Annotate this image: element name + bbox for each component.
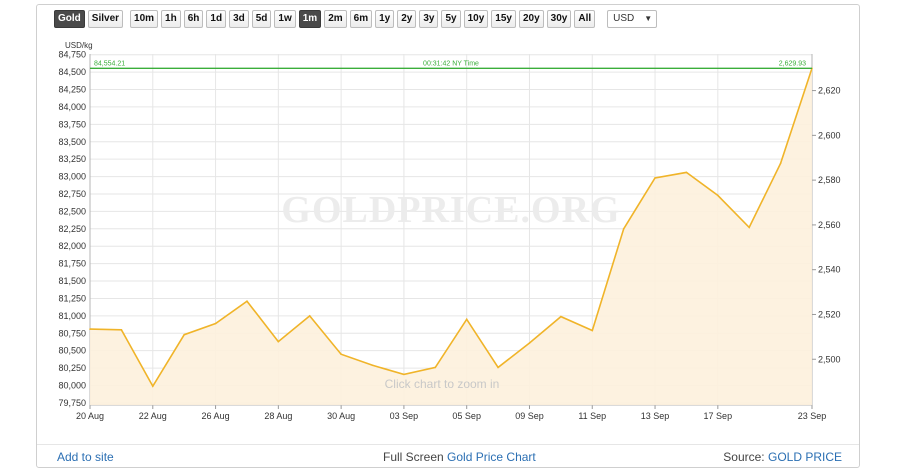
data-point [89,328,91,330]
y-left-tick-label: 83,500 [58,137,86,147]
y-right-tick-label: 2,500 [818,354,841,364]
y-left-tick-label: 80,750 [58,328,86,338]
zoom-hint-text: Click chart to zoom in [385,377,500,391]
data-point [748,226,751,229]
y-left-tick-label: 82,250 [58,224,86,234]
data-point [277,340,280,343]
watermark-text: GOLDPRICE.ORG [281,189,620,231]
data-point [340,353,342,355]
x-tick-label: 26 Aug [202,411,230,421]
y-left-tick-label: 84,500 [58,67,86,77]
data-point [685,171,688,174]
y-right-tick-label: 2,540 [818,265,841,275]
x-tick-label: 28 Aug [264,411,292,421]
y-left-tick-label: 82,000 [58,241,86,251]
y-left-tick-label: 84,750 [58,50,86,60]
data-point [246,300,248,303]
y-left-tick-label: 81,750 [58,259,86,269]
x-tick-label: 23 Sep [798,411,827,421]
y-left-tick-label: 82,750 [58,189,86,199]
full-screen-text: Full Screen Gold Price Chart [383,450,536,464]
y-right-tick-label: 2,520 [818,309,841,319]
source-link[interactable]: GOLD PRICE [768,450,842,464]
y-left-tick-label: 80,250 [58,363,86,373]
data-point [465,318,468,321]
data-point [308,315,311,317]
x-tick-label: 03 Sep [390,411,419,421]
y-left-tick-label: 80,000 [58,381,86,391]
y-left-tick-label: 81,250 [58,293,86,303]
y-right-tick-label: 2,560 [818,220,841,230]
y-left-tick-label: 82,500 [58,206,86,216]
current-price-oz-label: 2,629.93 [779,60,806,67]
y-left-unit-label: USD/kg [65,41,93,50]
y-left-tick-label: 83,750 [58,119,86,129]
data-point [371,364,374,367]
data-point [214,322,217,325]
y-left-tick-label: 84,250 [58,85,86,95]
source-prefix: Source: [723,450,765,464]
y-left-tick-label: 80,500 [58,346,86,356]
data-point [497,366,499,369]
data-point [528,342,531,344]
data-point [183,333,185,336]
y-right-tick-label: 2,580 [818,175,841,185]
data-point [591,329,594,332]
full-screen-prefix: Full Screen [383,450,444,464]
source-text: Source: GOLD PRICE [723,450,842,464]
y-left-tick-label: 83,250 [58,154,86,164]
y-left-tick-label: 81,000 [58,311,86,321]
add-to-site-link[interactable]: Add to site [57,450,114,464]
y-left-tick-label: 79,750 [58,398,86,408]
x-tick-label: 13 Sep [641,411,670,421]
y-left-tick-label: 83,000 [58,172,86,182]
data-point [434,366,437,369]
gold-price-chart-link[interactable]: Gold Price Chart [447,450,536,464]
data-point [403,373,405,376]
add-to-site-link-wrap: Add to site [57,450,114,464]
x-tick-label: 20 Aug [76,411,104,421]
data-point [120,328,123,331]
y-left-tick-label: 81,500 [58,276,86,286]
x-tick-label: 30 Aug [327,411,355,421]
current-time-label: 00:31:42 NY Time [423,60,479,67]
y-right-tick-label: 2,600 [818,130,841,140]
x-tick-label: 17 Sep [704,411,733,421]
current-price-kg-label: 84,554.21 [94,60,125,67]
y-right-tick-label: 2,620 [818,86,841,96]
price-chart[interactable]: 79,750 80,000 80,250 80,500 80,750 81,000 81,2… [0,0,900,471]
data-point [654,177,656,179]
data-point [717,194,719,197]
data-point [151,385,154,387]
y-left-tick-label: 84,000 [58,102,86,112]
footer-divider [37,444,859,445]
x-tick-label: 09 Sep [515,411,544,421]
x-tick-label: 05 Sep [452,411,481,421]
data-point [779,162,782,165]
x-tick-label: 22 Aug [139,411,167,421]
data-point [622,228,625,230]
x-tick-label: 11 Sep [578,411,606,421]
data-point [560,315,562,318]
